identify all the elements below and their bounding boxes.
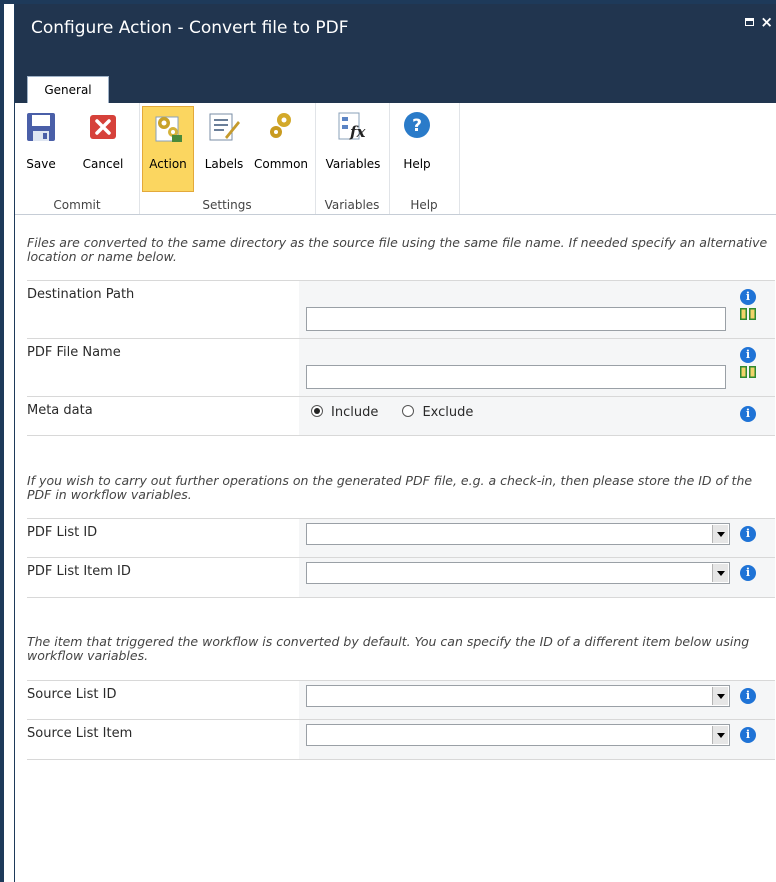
ribbon-group-variables: fx Variables Variables [315, 103, 390, 214]
source-list-item-cell: i [299, 720, 775, 759]
ribbon-group-settings: Action Labels Common Settings [139, 103, 316, 214]
variables-fx-icon: fx [338, 112, 366, 141]
tab-general[interactable]: General [27, 76, 109, 103]
common-button[interactable]: Common [251, 107, 311, 175]
help-question-icon: ? [404, 112, 430, 138]
pdf-list-id-row: PDF List ID i [27, 518, 775, 558]
info-icon[interactable]: i [740, 289, 756, 305]
cancel-label: Cancel [82, 157, 124, 171]
pdf-file-name-label: PDF File Name [27, 345, 121, 360]
configure-action-dialog: Configure Action - Convert file to PDF ×… [14, 4, 776, 882]
section3-intro-text: The item that triggered the workflow is … [27, 634, 750, 663]
ribbon-group-commit: Save Cancel Commit [15, 103, 140, 214]
variables-button[interactable]: fx Variables [323, 107, 383, 175]
destination-path-row: Destination Path i [27, 280, 775, 339]
window-controls: × [745, 14, 773, 30]
cancel-button[interactable]: Cancel [75, 107, 131, 175]
labels-button[interactable]: Labels [201, 107, 247, 175]
help-label: Help [403, 157, 431, 171]
ribbon: Save Cancel Commit Action Labels Common … [15, 103, 776, 215]
common-label: Common [253, 157, 309, 171]
meta-data-label: Meta data [27, 403, 93, 418]
include-radio-label[interactable]: Include [331, 405, 378, 420]
pdf-file-name-cell: i [299, 339, 775, 397]
include-radio[interactable] [311, 405, 323, 417]
source-list-item-row: Source List Item i [27, 719, 775, 760]
labels-label: Labels [204, 157, 244, 171]
destination-path-input[interactable] [306, 307, 726, 331]
close-icon[interactable]: × [760, 14, 773, 30]
source-list-id-cell: i [299, 681, 775, 720]
lookup-book-icon[interactable] [740, 366, 756, 378]
save-icon [27, 113, 55, 141]
help-button[interactable]: ? Help [397, 107, 437, 175]
destination-path-cell: i [299, 281, 775, 339]
pdf-file-name-row: PDF File Name i [27, 338, 775, 397]
ribbon-group-help: ? Help Help [389, 103, 460, 214]
pdf-list-id-label: PDF List ID [27, 525, 98, 540]
action-label: Action [149, 157, 187, 171]
dropdown-arrow-icon[interactable] [712, 687, 728, 705]
info-icon[interactable]: i [740, 526, 756, 542]
pdf-list-id-select[interactable] [306, 523, 730, 545]
action-gears-icon [155, 116, 182, 142]
svg-text:?: ? [412, 116, 422, 136]
action-button[interactable]: Action [142, 106, 194, 192]
section2-intro-text: If you wish to carry out further operati… [27, 473, 753, 502]
pdf-file-name-input[interactable] [306, 365, 726, 389]
save-label: Save [26, 157, 56, 171]
source-list-id-select[interactable] [306, 685, 730, 707]
source-list-item-select[interactable] [306, 724, 730, 746]
info-icon[interactable]: i [740, 347, 756, 363]
meta-data-radio-group: Include Exclude [311, 404, 493, 420]
exclude-radio-label[interactable]: Exclude [422, 405, 473, 420]
pdf-list-item-id-select[interactable] [306, 562, 730, 584]
ribbon-group-label-settings: Settings [202, 198, 252, 212]
source-list-id-label: Source List ID [27, 687, 117, 702]
meta-data-row: Meta data Include Exclude i [27, 396, 775, 436]
lookup-book-icon[interactable] [740, 308, 756, 320]
cancel-icon [90, 115, 116, 139]
ribbon-group-label-commit: Commit [53, 198, 101, 212]
info-icon[interactable]: i [740, 406, 756, 422]
info-icon[interactable]: i [740, 688, 756, 704]
pdf-list-item-id-label: PDF List Item ID [27, 564, 131, 579]
common-gears-icon [270, 113, 291, 138]
window-frame-left [0, 0, 4, 882]
source-list-item-label: Source List Item [27, 726, 133, 741]
info-icon[interactable]: i [740, 565, 756, 581]
variables-label: Variables [325, 157, 381, 171]
dropdown-arrow-icon[interactable] [712, 525, 728, 543]
section1-intro-text: Files are converted to the same director… [27, 235, 768, 264]
ribbon-group-label-variables: Variables [324, 198, 380, 212]
dialog-title: Configure Action - Convert file to PDF [31, 18, 349, 38]
svg-text:fx: fx [349, 123, 366, 141]
pdf-list-item-id-cell: i [299, 558, 775, 597]
dialog-titlebar: Configure Action - Convert file to PDF ×… [15, 4, 776, 104]
source-list-id-row: Source List ID i [27, 680, 775, 720]
pdf-list-id-cell: i [299, 519, 775, 558]
labels-icon [209, 113, 240, 141]
dropdown-arrow-icon[interactable] [712, 726, 728, 744]
ribbon-group-label-help: Help [410, 198, 438, 212]
maximize-icon[interactable] [745, 18, 755, 26]
info-icon[interactable]: i [740, 727, 756, 743]
save-button[interactable]: Save [21, 107, 61, 175]
meta-data-cell: Include Exclude i [299, 397, 775, 435]
dropdown-arrow-icon[interactable] [712, 564, 728, 582]
pdf-list-item-id-row: PDF List Item ID i [27, 557, 775, 598]
destination-path-label: Destination Path [27, 287, 135, 302]
exclude-radio[interactable] [402, 405, 415, 417]
